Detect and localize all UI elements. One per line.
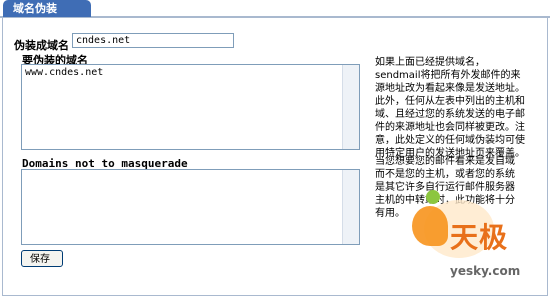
- vertical-scrollbar[interactable]: [342, 65, 359, 149]
- watermark-brand: 天极: [450, 221, 509, 254]
- masquerade-as-label: 伪装成域名: [14, 39, 69, 52]
- tab-bar: 域名伪装: [0, 0, 550, 18]
- vertical-scrollbar[interactable]: [342, 170, 359, 244]
- domains-to-masquerade-textarea[interactable]: www.cndes.net: [21, 64, 360, 150]
- save-button[interactable]: 保存: [21, 250, 63, 267]
- domains-not-to-masquerade-textarea[interactable]: [21, 169, 360, 245]
- domains-not-to-masquerade-text: [22, 170, 359, 174]
- domains-to-masquerade-text: www.cndes.net: [25, 67, 104, 78]
- watermark-site: yesky.com: [450, 264, 521, 278]
- logo-swoosh-shape: [412, 206, 448, 246]
- help-text-paragraph-1: 如果上面已经提供域名，sendmail将把所有外发邮件的来源地址改为看起来像是发…: [375, 57, 525, 159]
- logo-person-icon: [426, 190, 440, 204]
- tab-domain-masquerade[interactable]: 域名伪装: [3, 0, 91, 17]
- watermark-logo: 天极 yesky.com: [408, 184, 538, 288]
- masquerade-domain-input[interactable]: [72, 33, 234, 48]
